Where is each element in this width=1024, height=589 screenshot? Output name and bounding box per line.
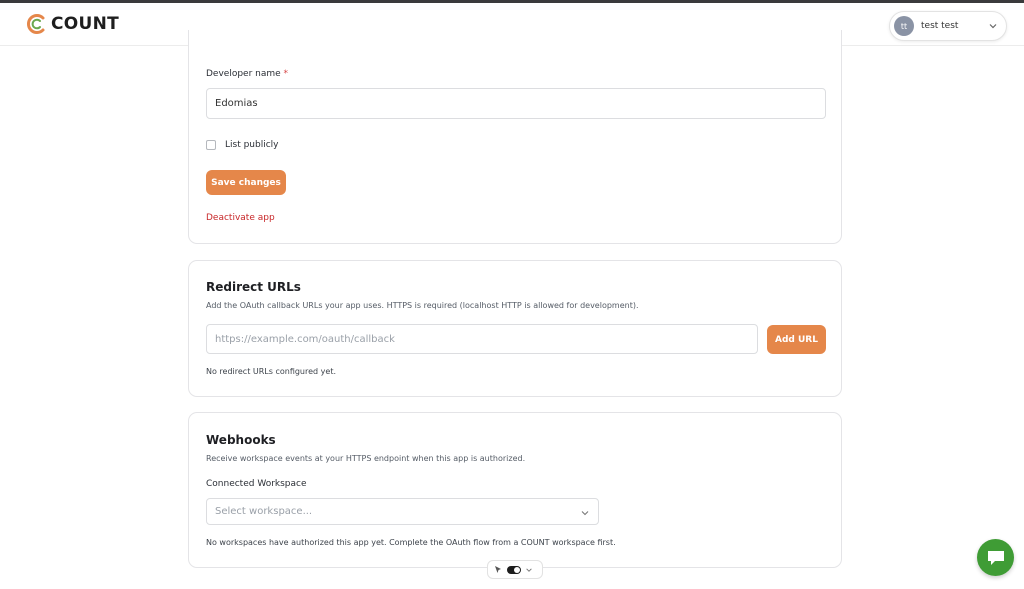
workspace-select-placeholder: Select workspace... [215, 506, 313, 517]
connected-workspace-label: Connected Workspace [206, 479, 307, 489]
redirect-urls-description: Add the OAuth callback URLs your app use… [206, 301, 639, 310]
redirect-url-placeholder: https://example.com/oauth/callback [215, 333, 395, 345]
workspace-select[interactable]: Select workspace... [206, 498, 599, 525]
add-url-button[interactable]: Add URL [767, 325, 826, 354]
webhooks-empty-note: No workspaces have authorized this app y… [206, 538, 616, 547]
count-logo-icon [27, 14, 45, 34]
theme-toggle[interactable] [487, 560, 543, 579]
webhooks-title: Webhooks [206, 433, 276, 447]
chat-icon [987, 550, 1004, 565]
toggle-switch[interactable] [507, 565, 521, 574]
developer-name-value: Edomias [215, 98, 258, 109]
app-logo[interactable]: COUNT [26, 13, 119, 35]
user-menu-button[interactable]: tt test test [889, 11, 1007, 41]
user-name: test test [921, 21, 959, 31]
save-changes-button[interactable]: Save changes [206, 170, 286, 195]
cursor-icon [495, 566, 501, 573]
list-publicly-label: List publicly [225, 140, 279, 150]
required-marker: * [283, 69, 289, 79]
webhooks-description: Receive workspace events at your HTTPS e… [206, 454, 526, 463]
developer-name-label: Developer name * [206, 69, 288, 79]
redirect-urls-title: Redirect URLs [206, 280, 301, 294]
deactivate-app-link[interactable]: Deactivate app [206, 213, 275, 223]
redirect-urls-empty-note: No redirect URLs configured yet. [206, 367, 336, 376]
chevron-down-icon [989, 24, 997, 29]
avatar: tt [894, 16, 914, 36]
chevron-down-icon [526, 567, 532, 572]
webhooks-card: Webhooks Receive workspace events at you… [188, 412, 842, 568]
redirect-urls-card: Redirect URLs Add the OAuth callback URL… [188, 260, 842, 397]
chevron-down-icon [581, 511, 589, 516]
developer-name-input[interactable]: Edomias [206, 88, 826, 119]
list-publicly-checkbox[interactable] [206, 140, 216, 150]
chat-support-button[interactable] [977, 539, 1014, 576]
logo-text: COUNT [51, 14, 120, 34]
app-settings-card: Developer name * Edomias List publicly S… [188, 30, 842, 244]
developer-name-label-text: Developer name [206, 69, 281, 79]
redirect-url-input[interactable]: https://example.com/oauth/callback [206, 324, 758, 354]
